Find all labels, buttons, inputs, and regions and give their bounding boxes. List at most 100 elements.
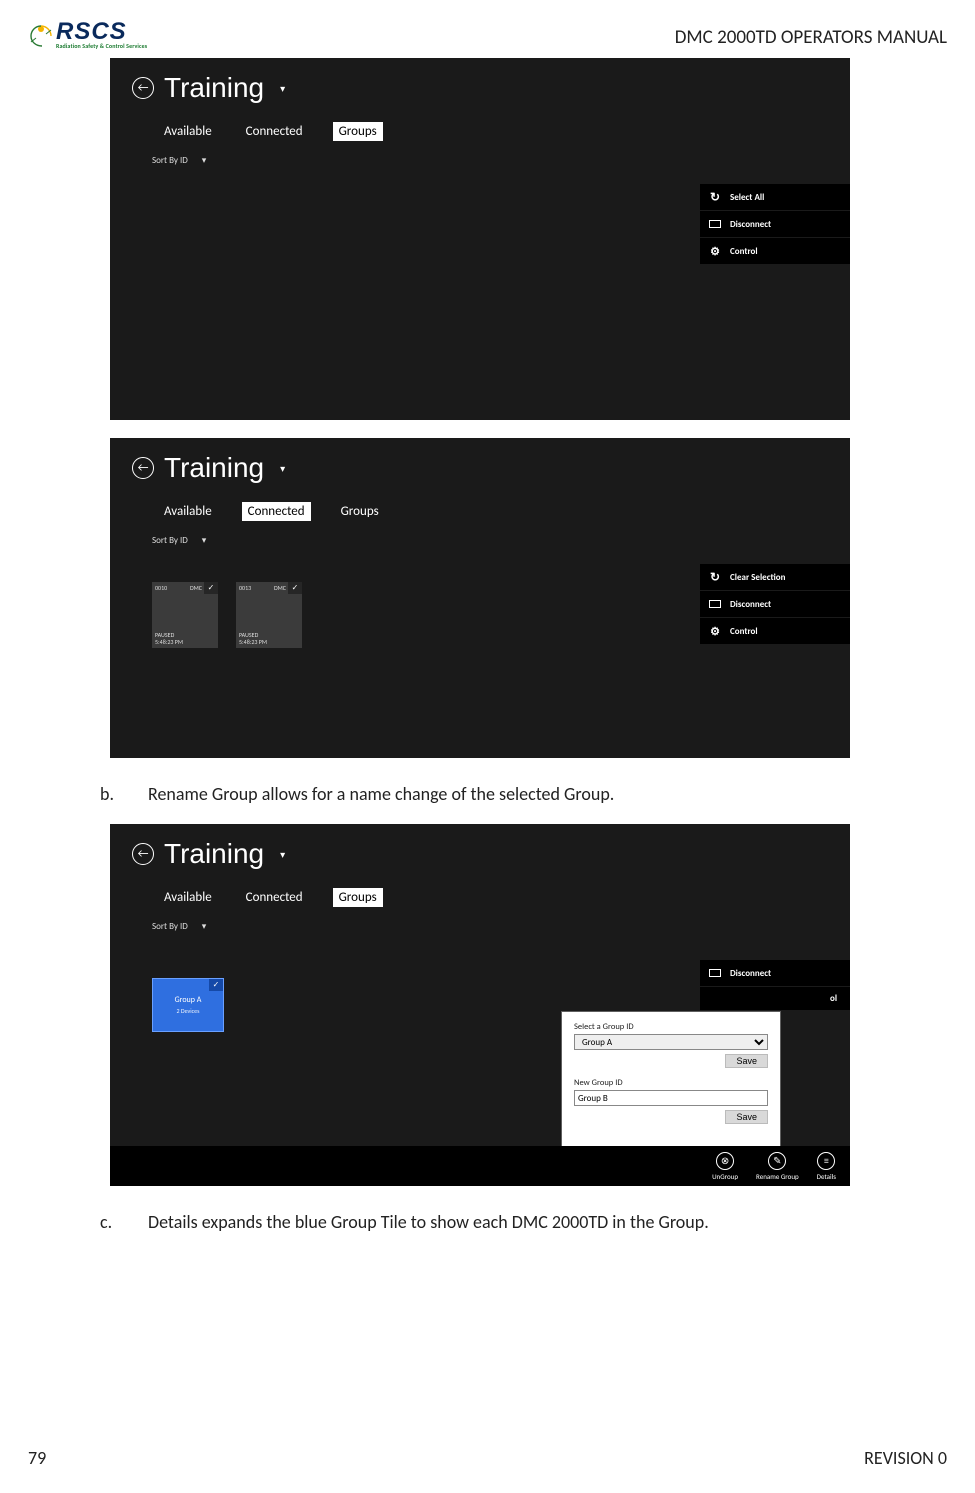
tab-available[interactable]: Available — [160, 502, 216, 521]
action-select-all[interactable]: Select All — [700, 184, 850, 211]
action-label: ol — [830, 993, 837, 1004]
refresh-icon — [708, 570, 722, 584]
check-icon — [288, 582, 302, 594]
select-group-dropdown[interactable]: Group A — [574, 1034, 768, 1050]
action-label: Control — [730, 246, 758, 257]
cmd-ungroup[interactable]: ⊗ UnGroup — [712, 1152, 738, 1181]
back-icon[interactable]: ← — [132, 457, 154, 479]
page-number: 79 — [28, 1447, 46, 1469]
disconnect-icon — [708, 217, 722, 231]
sort-dropdown[interactable]: Sort By ID ▾ — [110, 521, 850, 546]
gear-icon — [708, 244, 722, 258]
tile-time: 5:48:23 PM — [155, 638, 183, 646]
revision-label: REVISION 0 — [864, 1447, 947, 1469]
cmd-label: Details — [817, 1172, 836, 1181]
device-tile-list: 0010 DMC PAUSED5:48:23 PM 0013 DMC PAUSE… — [152, 582, 302, 648]
action-label: Select All — [730, 192, 764, 203]
details-icon: ≡ — [817, 1152, 835, 1170]
group-name: Group A — [175, 995, 202, 1005]
document-title: DMC 2000TD OPERATORS MANUAL — [675, 20, 947, 49]
check-icon — [204, 582, 218, 594]
ungroup-icon: ⊗ — [716, 1152, 734, 1170]
list-item-c: c. Details expands the blue Group Tile t… — [100, 1210, 865, 1234]
screenshot-connected-tiles: ← Training ▾ Available Connected Groups … — [110, 438, 850, 758]
action-disconnect[interactable]: Disconnect — [700, 960, 850, 987]
logo-subtitle: Radiation Safety & Control Services — [56, 42, 147, 50]
save-button[interactable]: Save — [725, 1110, 768, 1124]
disconnect-icon — [708, 597, 722, 611]
action-disconnect[interactable]: Disconnect — [700, 591, 850, 618]
action-label: Disconnect — [730, 219, 771, 230]
action-control[interactable]: Control — [700, 238, 850, 265]
tab-groups[interactable]: Groups — [337, 502, 383, 521]
screenshot-rename-group: ← Training ▾ Available Connected Groups … — [110, 824, 850, 1186]
tab-bar: Available Connected Groups — [110, 874, 850, 907]
logo-mark-icon — [28, 22, 54, 48]
action-disconnect[interactable]: Disconnect — [700, 211, 850, 238]
chevron-down-icon[interactable]: ▾ — [280, 848, 285, 861]
page-header: RSCS Radiation Safety & Control Services… — [0, 20, 975, 58]
device-tile[interactable]: 0010 DMC PAUSED5:48:23 PM — [152, 582, 218, 648]
list-marker: b. — [100, 782, 124, 806]
app-title: Training — [164, 838, 264, 870]
chevron-down-icon[interactable]: ▾ — [280, 462, 285, 475]
tab-bar: Available Connected Groups — [110, 488, 850, 521]
group-tile[interactable]: Group A 2 Devices — [152, 978, 224, 1032]
app-title: Training — [164, 452, 264, 484]
tab-groups[interactable]: Groups — [333, 122, 383, 141]
action-label: Control — [730, 626, 758, 637]
check-icon — [209, 979, 223, 991]
tile-id: 0013 — [239, 584, 251, 592]
gear-icon — [708, 624, 722, 638]
screenshot-groups-empty: ← Training ▾ Available Connected Groups … — [110, 58, 850, 420]
action-control[interactable]: Control — [700, 618, 850, 645]
tab-connected[interactable]: Connected — [242, 888, 307, 907]
back-icon[interactable]: ← — [132, 843, 154, 865]
cmd-label: Rename Group — [756, 1172, 799, 1181]
list-marker: c. — [100, 1210, 124, 1234]
side-action-bar: Disconnect ol — [700, 960, 850, 1011]
action-label: Disconnect — [730, 968, 771, 979]
rename-icon: ✎ — [768, 1152, 786, 1170]
logo-text: RSCS — [56, 20, 147, 44]
tile-type: DMC — [274, 584, 286, 592]
list-text: Details expands the blue Group Tile to s… — [148, 1210, 709, 1234]
sort-dropdown[interactable]: Sort By ID ▾ — [110, 141, 850, 166]
chevron-down-icon: ▾ — [202, 155, 207, 166]
tile-type: DMC — [190, 584, 202, 592]
device-tile[interactable]: 0013 DMC PAUSED5:48:23 PM — [236, 582, 302, 648]
list-text: Rename Group allows for a name change of… — [148, 782, 614, 806]
tab-groups[interactable]: Groups — [333, 888, 383, 907]
action-label: Disconnect — [730, 599, 771, 610]
tab-available[interactable]: Available — [160, 888, 216, 907]
chevron-down-icon: ▾ — [202, 535, 207, 546]
tab-connected[interactable]: Connected — [242, 122, 307, 141]
action-clear-selection[interactable]: Clear Selection — [700, 564, 850, 591]
sort-label: Sort By ID — [152, 921, 188, 932]
group-sub: 2 Devices — [176, 1007, 199, 1015]
tile-id: 0010 — [155, 584, 167, 592]
tab-bar: Available Connected Groups — [110, 108, 850, 141]
tile-time: 5:48:23 PM — [239, 638, 267, 646]
refresh-icon — [708, 190, 722, 204]
rename-group-modal: Select a Group ID Group A Save New Group… — [562, 1012, 780, 1146]
action-control-partial[interactable]: ol — [700, 987, 850, 1011]
side-action-bar: Select All Disconnect Control — [700, 184, 850, 265]
select-group-label: Select a Group ID — [574, 1022, 768, 1032]
list-item-b: b. Rename Group allows for a name change… — [100, 782, 865, 806]
tab-available[interactable]: Available — [160, 122, 216, 141]
cmd-label: UnGroup — [712, 1172, 738, 1181]
chevron-down-icon[interactable]: ▾ — [280, 82, 285, 95]
page-footer: 79 REVISION 0 — [28, 1447, 947, 1469]
chevron-down-icon: ▾ — [202, 921, 207, 932]
tab-connected[interactable]: Connected — [242, 502, 311, 521]
cmd-details[interactable]: ≡ Details — [817, 1152, 836, 1181]
save-button[interactable]: Save — [725, 1054, 768, 1068]
sort-dropdown[interactable]: Sort By ID ▾ — [110, 907, 850, 932]
disconnect-icon — [708, 966, 722, 980]
back-icon[interactable]: ← — [132, 77, 154, 99]
new-group-input[interactable] — [574, 1090, 768, 1106]
app-title: Training — [164, 72, 264, 104]
action-label: Clear Selection — [730, 572, 785, 583]
cmd-rename-group[interactable]: ✎ Rename Group — [756, 1152, 799, 1181]
